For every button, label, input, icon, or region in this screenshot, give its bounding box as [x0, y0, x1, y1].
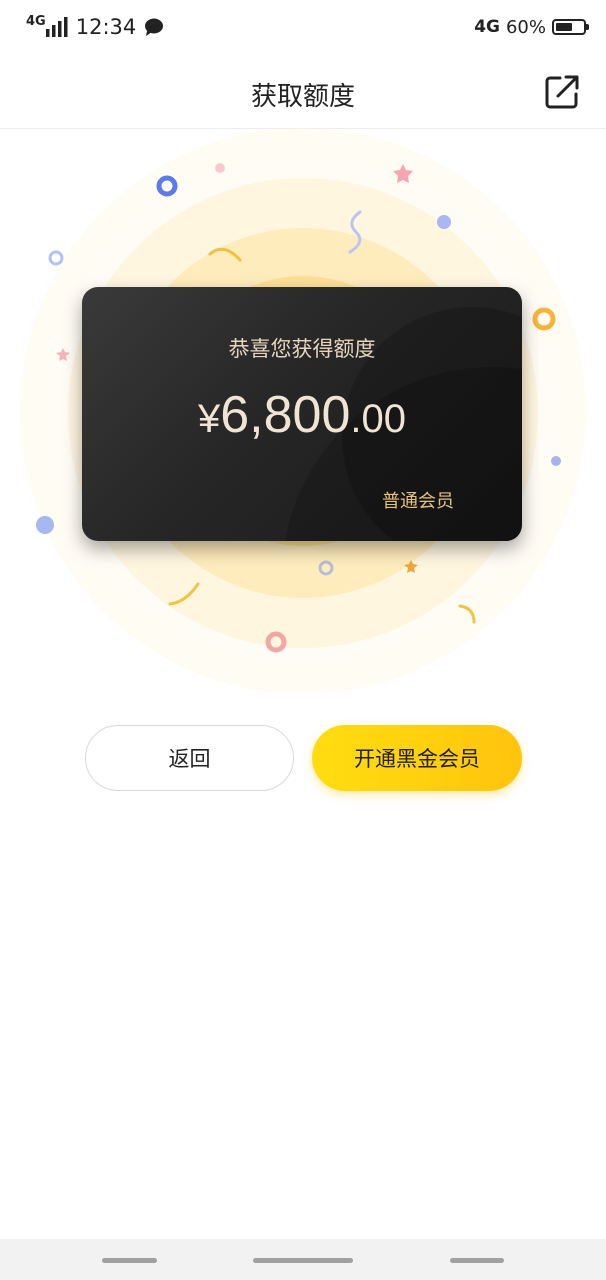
status-left: 4G 12:34: [26, 12, 164, 42]
confetti-arc-yellow-left: [168, 582, 200, 606]
credit-card: 恭喜您获得额度 ¥6,800.00 普通会员: [82, 287, 522, 541]
credit-amount: ¥6,800.00: [82, 385, 522, 445]
confetti-star-orange: [404, 560, 418, 573]
battery-icon: [552, 19, 589, 35]
confetti-ring-lightblue: [48, 250, 64, 266]
clock-time: 12:34: [75, 15, 137, 39]
confetti-star-pink: [393, 164, 413, 183]
confetti-arc-yellow: [208, 247, 242, 262]
confetti-dot-periwinkle: [551, 456, 561, 466]
share-icon: [545, 75, 579, 109]
confetti-arc-yellow-right: [458, 604, 476, 624]
page-title: 获取额度: [250, 82, 355, 112]
confetti-squiggle-blue: [348, 210, 362, 254]
system-nav-bar: [0, 1239, 606, 1280]
confetti-ring-red: [265, 631, 287, 653]
card-subtitle: 恭喜您获得额度: [228, 337, 376, 361]
app-header: 获取额度: [0, 54, 606, 129]
confetti-ring-orange: [532, 307, 556, 331]
amount-integer: 6,800: [220, 386, 351, 444]
chat-bubble-icon: [145, 18, 164, 36]
confetti-star-pink-small: [56, 348, 70, 361]
confetti-ring-gray: [318, 560, 334, 576]
confetti-dot-blue-large: [36, 516, 54, 534]
nav-menu-key[interactable]: [102, 1258, 157, 1263]
amount-decimal: .00: [350, 397, 406, 441]
member-level-label: 普通会员: [382, 491, 454, 512]
status-right: 4G 60%: [474, 12, 589, 42]
nav-back-key[interactable]: [450, 1258, 504, 1263]
battery-fill: [556, 23, 572, 31]
confetti-ring-blue: [156, 175, 178, 197]
network-4g-label: 4G: [474, 17, 500, 37]
battery-percent: 60%: [505, 16, 546, 38]
signal-icon: [45, 17, 68, 37]
status-bar: 4G 12:34 4G 60%: [0, 0, 606, 54]
confetti-dot-blue: [437, 215, 451, 229]
network-type-label: 4G: [26, 13, 46, 29]
nav-home-key[interactable]: [253, 1258, 353, 1263]
currency-symbol: ¥: [198, 397, 221, 441]
open-black-gold-membership-button[interactable]: 开通黑金会员: [312, 725, 522, 791]
confetti-dot-pink: [215, 163, 225, 173]
share-button[interactable]: [542, 72, 582, 112]
back-button[interactable]: 返回: [85, 725, 294, 791]
